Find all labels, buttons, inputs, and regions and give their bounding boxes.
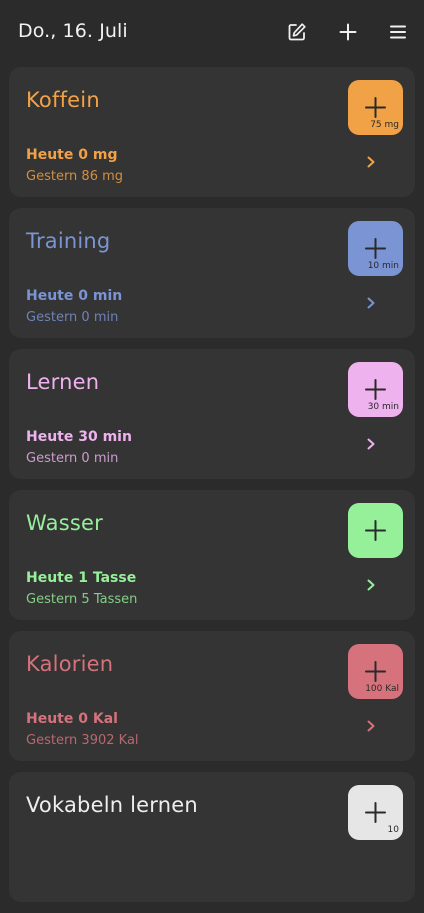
chevron-right-icon[interactable] (365, 719, 377, 733)
date-title: Do., 16. Juli (18, 20, 128, 42)
plus-icon (339, 23, 357, 41)
tracker-title: Training (26, 229, 111, 253)
today-value: Heute 0 mg (26, 147, 118, 163)
tracker-title: Lernen (26, 370, 100, 394)
edit-icon (288, 23, 306, 41)
quick-add-amount: 10 min (367, 261, 399, 271)
edit-button[interactable] (284, 19, 310, 45)
yesterday-value: Gestern 0 min (26, 451, 119, 466)
tracker-title: Wasser (26, 511, 103, 535)
tracker-card-lernen[interactable]: Lernen 30 min Heute 30 min Gestern 0 min (9, 349, 415, 479)
tracker-title: Koffein (26, 88, 100, 112)
quick-add-button[interactable]: 30 min (348, 362, 403, 417)
tracker-card-koffein[interactable]: Koffein 75 mg Heute 0 mg Gestern 86 mg (9, 67, 415, 197)
tracker-title: Vokabeln lernen (26, 793, 198, 817)
quick-add-amount: 100 Kal (365, 684, 399, 694)
today-value: Heute 30 min (26, 429, 132, 445)
tracker-title: Kalorien (26, 652, 114, 676)
tracker-list: Koffein 75 mg Heute 0 mg Gestern 86 mg T… (9, 67, 415, 913)
chevron-right-icon[interactable] (365, 578, 377, 592)
menu-icon (390, 25, 406, 39)
quick-add-button[interactable]: 100 Kal (348, 644, 403, 699)
quick-add-button[interactable]: 10 min (348, 221, 403, 276)
today-value: Heute 0 min (26, 288, 123, 304)
quick-add-amount: 30 min (367, 402, 399, 412)
quick-add-button[interactable]: 10 (348, 785, 403, 840)
quick-add-amount: 10 (387, 825, 399, 835)
yesterday-value: Gestern 3902 Kal (26, 733, 139, 748)
chevron-right-icon[interactable] (365, 437, 377, 451)
today-value: Heute 0 Kal (26, 711, 118, 727)
tracker-card-vokabeln-lernen[interactable]: Vokabeln lernen 10 (9, 772, 415, 902)
yesterday-value: Gestern 0 min (26, 310, 119, 325)
yesterday-value: Gestern 86 mg (26, 169, 124, 184)
today-value: Heute 1 Tasse (26, 570, 137, 586)
plus-icon (365, 520, 386, 541)
quick-add-button[interactable] (348, 503, 403, 558)
quick-add-amount: 75 mg (370, 120, 399, 130)
add-tracker-button[interactable] (335, 19, 361, 45)
tracker-card-wasser[interactable]: Wasser Heute 1 Tasse Gestern 5 Tassen (9, 490, 415, 620)
chevron-right-icon[interactable] (365, 155, 377, 169)
app-header: Do., 16. Juli (0, 0, 424, 64)
yesterday-value: Gestern 5 Tassen (26, 592, 138, 607)
tracker-card-training[interactable]: Training 10 min Heute 0 min Gestern 0 mi… (9, 208, 415, 338)
tracker-card-kalorien[interactable]: Kalorien 100 Kal Heute 0 Kal Gestern 390… (9, 631, 415, 761)
chevron-right-icon[interactable] (365, 296, 377, 310)
quick-add-button[interactable]: 75 mg (348, 80, 403, 135)
menu-button[interactable] (385, 19, 411, 45)
